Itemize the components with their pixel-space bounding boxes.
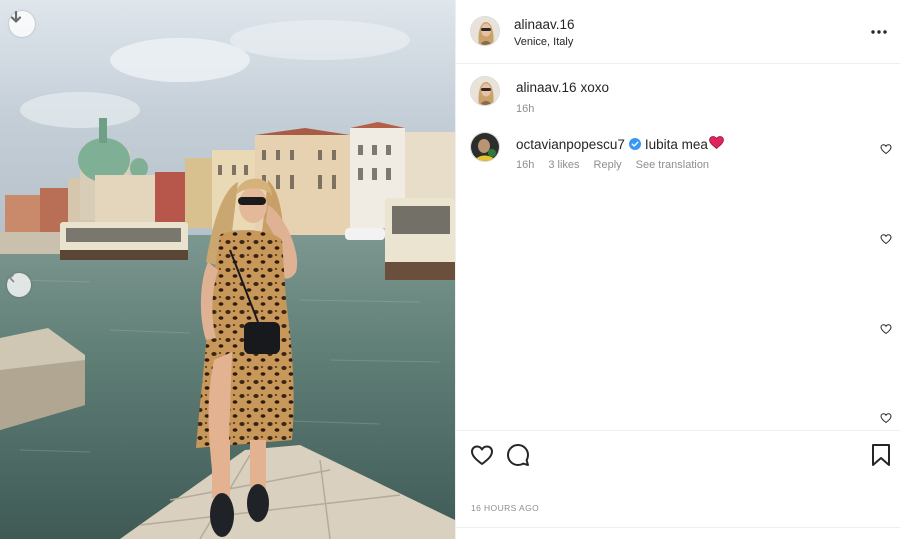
post-location[interactable]: Venice, Italy: [514, 36, 573, 48]
comment-like-heart-icon[interactable]: [880, 412, 892, 424]
avatar[interactable]: [470, 132, 500, 162]
venice-photo-illustration: [0, 0, 455, 539]
post-username[interactable]: alinaav.16: [514, 17, 575, 32]
verified-badge-icon: [628, 138, 641, 150]
caption-comment: alinaav.16 xoxo 16h: [456, 74, 900, 124]
more-options-button[interactable]: [869, 24, 889, 40]
comment-button[interactable]: [506, 443, 530, 467]
like-button[interactable]: [470, 443, 494, 467]
comment-time[interactable]: 16h: [516, 159, 534, 171]
see-translation-button[interactable]: See translation: [636, 159, 709, 171]
red-heart-icon: [709, 136, 724, 150]
divider: [456, 527, 900, 528]
comment-like-heart-icon[interactable]: [880, 233, 892, 245]
previous-photo-button[interactable]: [7, 273, 31, 297]
avatar-image: [471, 17, 499, 45]
avatar-image: [471, 77, 499, 105]
comment-text: xoxo: [580, 80, 610, 95]
post-header: alinaav.16 Venice, Italy: [456, 0, 900, 64]
post-details-panel: alinaav.16 Venice, Italy alinaav.16 xoxo…: [455, 0, 900, 539]
avatar[interactable]: [470, 16, 500, 46]
comment-text: Iubita mea: [644, 136, 708, 152]
post-actions-bar: 16 HOURS AGO: [456, 430, 900, 539]
heart-emoji: [709, 136, 724, 152]
comment-username[interactable]: octavianpopescu7: [516, 137, 625, 152]
avatar-image: [471, 133, 499, 161]
avatar[interactable]: [470, 76, 500, 106]
download-button[interactable]: [9, 11, 35, 37]
comment-item: octavianpopescu7 Iubita mea 16h 3 likes …: [456, 130, 900, 180]
comment-time[interactable]: 16h: [516, 103, 534, 115]
comment-likes[interactable]: 3 likes: [548, 159, 579, 171]
comment-username[interactable]: alinaav.16: [516, 80, 577, 95]
post-photo[interactable]: [0, 0, 455, 539]
download-icon: [10, 11, 22, 23]
save-button[interactable]: [870, 443, 892, 467]
chevron-left-icon: [9, 273, 15, 283]
comment-like-heart-icon[interactable]: [880, 323, 892, 335]
comment-like-heart-icon[interactable]: [880, 143, 892, 155]
more-options-icon: [871, 30, 887, 34]
reply-button[interactable]: Reply: [594, 159, 622, 171]
post-timestamp[interactable]: 16 HOURS AGO: [471, 503, 539, 513]
